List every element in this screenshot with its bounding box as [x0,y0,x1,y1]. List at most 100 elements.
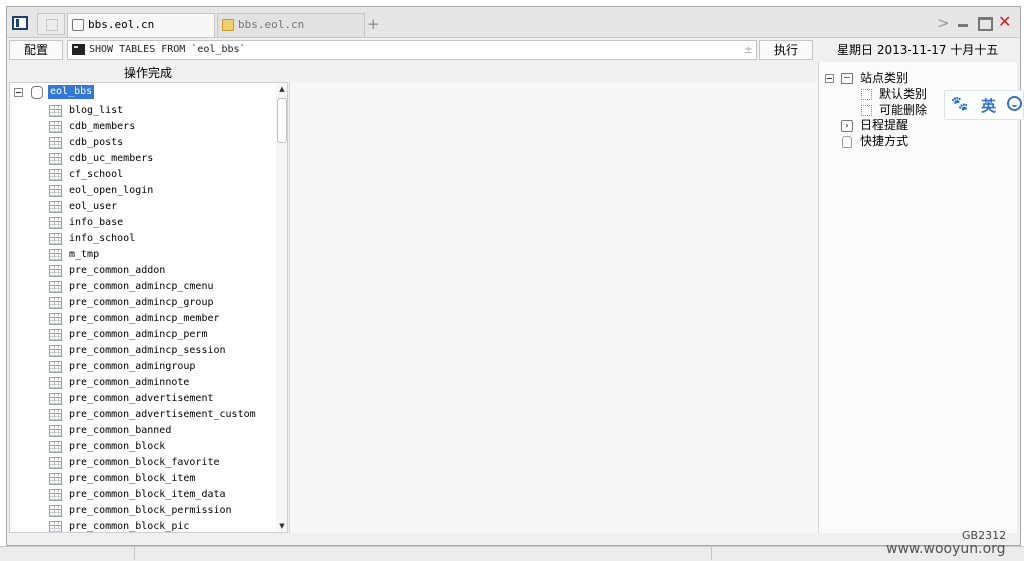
table-row[interactable]: pre_common_block_permission [10,503,280,519]
table-row[interactable]: pre_common_admincp_perm [10,327,280,343]
table-name[interactable]: pre_common_admincp_session [69,343,226,359]
table-name[interactable]: pre_common_admincp_member [69,311,220,327]
table-name[interactable]: pre_common_admincp_cmenu [69,279,214,295]
minimize-icon[interactable] [958,24,968,27]
table-row[interactable]: pre_common_block_item_data [10,487,280,503]
table-icon [49,265,62,277]
table-name[interactable]: pre_common_admincp_group [69,295,214,311]
table-icon [49,345,62,357]
blank-tab-icon[interactable] [37,13,65,35]
table-row[interactable]: pre_common_banned [10,423,280,439]
sql-command-text: SHOW TABLES FROM `eol_bbs` [89,44,246,55]
table-row[interactable]: info_school [10,231,280,247]
subcategory-default[interactable]: 默认类别 [879,86,927,102]
sidebar-toggle-icon[interactable] [12,16,28,30]
ime-toolbar[interactable]: 🐾 英 [944,90,1024,120]
root-label[interactable]: eol_bbs [48,85,95,99]
table-row[interactable]: pre_common_block_item [10,471,280,487]
table-icon [49,185,62,197]
tab-label: bbs.eol.cn [88,18,155,31]
close-icon[interactable]: ✕ [998,12,1011,31]
table-icon [49,153,62,165]
maximize-icon[interactable] [978,17,993,31]
table-icon [49,313,62,325]
table-name[interactable]: info_base [69,215,123,231]
table-name[interactable]: pre_common_addon [69,263,165,279]
table-row[interactable]: pre_common_block_favorite [10,455,280,471]
site-category-title[interactable]: 站点类别 [860,70,908,86]
table-name[interactable]: pre_common_adminnote [69,375,189,391]
table-name[interactable]: pre_common_admincp_perm [69,327,207,343]
table-row[interactable]: eol_user [10,199,280,215]
table-name[interactable]: pre_common_banned [69,423,171,439]
table-icon [49,281,62,293]
folder-icon [222,19,234,31]
divider [711,546,712,560]
paw-icon[interactable]: 🐾 [951,96,968,112]
table-row[interactable]: blog_list [10,103,280,119]
table-row[interactable]: cdb_members [10,119,280,135]
table-name[interactable]: pre_common_advertisement_custom [69,407,256,423]
scroll-thumb[interactable] [277,98,287,143]
tree-scrollbar[interactable]: ▲ ▼ [276,83,287,532]
table-name[interactable]: pre_common_block_item [69,471,195,487]
checkbox-icon[interactable] [861,105,872,116]
table-name[interactable]: cf_school [69,167,123,183]
config-button[interactable]: 配置 [9,40,63,60]
new-tab-icon[interactable]: + [367,15,380,33]
table-icon [49,409,62,421]
table-name[interactable]: blog_list [69,103,123,119]
table-row[interactable]: pre_common_advertisement_custom [10,407,280,423]
table-icon [49,201,62,213]
table-name[interactable]: pre_common_block_favorite [69,455,220,471]
execute-button[interactable]: 执行 [759,40,813,60]
table-icon [49,473,62,485]
table-row[interactable]: cf_school [10,167,280,183]
table-name[interactable]: cdb_posts [69,135,123,151]
table-icon [49,521,62,532]
table-row[interactable]: pre_common_block_pic [10,519,280,532]
table-row[interactable]: cdb_uc_members [10,151,280,167]
subcategory-possible-delete[interactable]: 可能删除 [879,102,927,118]
table-row[interactable]: pre_common_admincp_group [10,295,280,311]
database-icon [31,86,43,99]
sql-command-input[interactable]: SHOW TABLES FROM `eol_bbs` ± [67,40,757,60]
checkbox-icon[interactable] [861,89,872,100]
shortcuts[interactable]: 快捷方式 [860,133,908,149]
chevron-right-icon[interactable]: > [937,14,950,32]
plus-minus-icon[interactable]: ± [744,41,753,59]
table-row[interactable]: pre_common_block [10,439,280,455]
table-row[interactable]: cdb_posts [10,135,280,151]
table-name[interactable]: pre_common_block_permission [69,503,232,519]
collapse-icon[interactable] [14,88,23,97]
table-name[interactable]: info_school [69,231,135,247]
ime-language[interactable]: 英 [981,95,996,116]
table-row[interactable]: pre_common_addon [10,263,280,279]
scroll-up-icon[interactable]: ▲ [276,85,287,93]
table-row[interactable]: pre_common_admincp_member [10,311,280,327]
table-name[interactable]: cdb_members [69,119,135,135]
table-name[interactable]: eol_user [69,199,117,215]
collapse-icon[interactable] [825,74,834,83]
table-row[interactable]: pre_common_admincp_cmenu [10,279,280,295]
smiley-icon[interactable] [1007,96,1022,111]
tab-bbs-folder[interactable]: bbs.eol.cn [217,13,365,37]
table-name[interactable]: pre_common_block_pic [69,519,189,532]
table-name[interactable]: pre_common_admingroup [69,359,195,375]
table-row[interactable]: pre_common_advertisement [10,391,280,407]
table-name[interactable]: pre_common_block_item_data [69,487,226,503]
table-name[interactable]: eol_open_login [69,183,153,199]
table-row[interactable]: pre_common_admincp_session [10,343,280,359]
table-row[interactable]: pre_common_adminnote [10,375,280,391]
table-name[interactable]: pre_common_block [69,439,165,455]
table-row[interactable]: m_tmp [10,247,280,263]
table-row[interactable]: info_base [10,215,280,231]
tab-bbs-active[interactable]: bbs.eol.cn [67,13,215,37]
table-name[interactable]: cdb_uc_members [69,151,153,167]
table-row[interactable]: pre_common_admingroup [10,359,280,375]
table-name[interactable]: pre_common_advertisement [69,391,214,407]
schedule-reminder[interactable]: 日程提醒 [860,117,908,133]
table-row[interactable]: eol_open_login [10,183,280,199]
table-name[interactable]: m_tmp [69,247,99,263]
scroll-down-icon[interactable]: ▼ [276,522,287,530]
